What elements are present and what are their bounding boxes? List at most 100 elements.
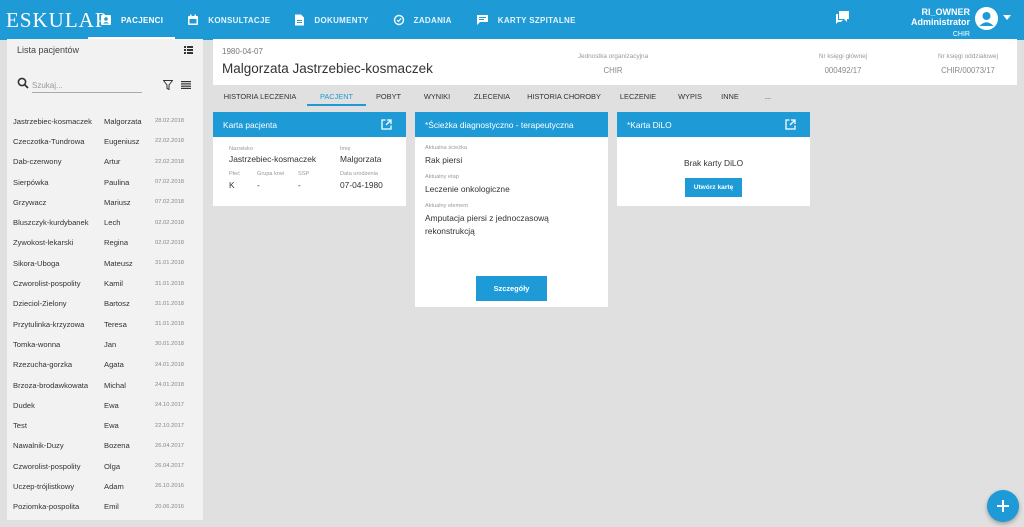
plus-icon xyxy=(997,500,1009,512)
patient-date: 31.01.2018 xyxy=(155,260,185,267)
list-item[interactable]: Przytulinka-krzyzowa Teresa 31.01.2018 xyxy=(7,314,203,334)
tab-more[interactable]: ... xyxy=(749,86,787,106)
patient-birth-date: 1980-04-07 xyxy=(222,47,263,56)
user-unit: CHIR xyxy=(952,31,970,38)
patient-first-name: Agata xyxy=(104,360,124,370)
list-item[interactable]: Czworolist-pospolity Olga 26.04.2017 xyxy=(7,456,203,476)
create-card-button[interactable]: Utwórz kartę xyxy=(685,178,742,197)
open-external-icon[interactable] xyxy=(785,119,796,130)
blood-group-value: - xyxy=(257,180,260,190)
nav-item-konsultacje[interactable]: KONSULTACJE xyxy=(175,0,282,40)
list-item[interactable]: Nawalnik-Duzy Bozena 26.04.2017 xyxy=(7,436,203,456)
list-item[interactable]: Bluszczyk-kurdybanek Lech 02.02.2018 xyxy=(7,212,203,232)
list-item[interactable]: Jastrzebiec-kosmaczek Malgorzata 28.02.201… xyxy=(7,111,203,131)
add-fab-button[interactable] xyxy=(987,490,1019,522)
patient-date: 28.02.2018 xyxy=(155,118,185,125)
patient-date: 02.02.2018 xyxy=(155,219,185,226)
nav-item-dokumenty[interactable]: DOKUMENTY xyxy=(282,0,380,40)
chevron-down-icon[interactable] xyxy=(1003,15,1011,21)
search-input[interactable] xyxy=(32,79,142,93)
tab-pacjent[interactable]: PACJENT xyxy=(307,86,366,106)
tab-pobyt[interactable]: POBYT xyxy=(366,86,411,106)
diagnostic-path-title: *Ścieżka diagnostyczno - terapeutyczna xyxy=(425,119,574,130)
avatar[interactable] xyxy=(975,7,998,30)
patient-last-name: Nawalnik-Duzy xyxy=(13,441,64,451)
list-item[interactable]: Czeczotka-Tundrowa Eugeniusz 22.02.2018 xyxy=(7,131,203,151)
tab-label: ZLECENIA xyxy=(473,91,511,101)
sidebar-title: Lista pacjentów xyxy=(17,45,80,55)
list-item[interactable]: Tomka-wonna Jan 30.01.2018 xyxy=(7,334,203,354)
patient-date: 22.10.2017 xyxy=(155,422,185,429)
tab-wyniki[interactable]: WYNIKI xyxy=(411,86,463,106)
patient-date: 02.02.2018 xyxy=(155,239,185,246)
patients-icon xyxy=(101,15,111,25)
patient-last-name: Dudek xyxy=(13,400,35,410)
current-element-label: Aktualny element xyxy=(425,203,468,209)
list-item[interactable]: Sikora-Uboga Mateusz 31.01.2018 xyxy=(7,253,203,273)
patient-first-name: Michal xyxy=(104,380,126,390)
open-external-icon[interactable] xyxy=(381,119,392,130)
diagnostic-path-header: *Ścieżka diagnostyczno - terapeutyczna xyxy=(415,112,608,137)
current-path-label: Aktualna ścieżka xyxy=(425,145,467,151)
sort-icon[interactable] xyxy=(181,81,191,89)
patient-first-name: Lech xyxy=(104,218,121,228)
org-unit-field: Jednostka organizacyjna CHIR xyxy=(568,53,658,75)
patient-first-name: Olga xyxy=(104,461,121,471)
tab-historia-choroby[interactable]: HISTORIA CHOROBY xyxy=(521,86,607,106)
patient-last-name: Tomka-wonna xyxy=(13,339,61,349)
tab-inne[interactable]: INNE xyxy=(711,86,749,106)
nav-item-zadania[interactable]: ZADANIA xyxy=(381,0,464,40)
patient-last-name: Test xyxy=(13,421,27,431)
dept-book-value: CHIR/00073/17 xyxy=(941,66,995,75)
patient-last-name: Rzezucha-gorzka xyxy=(13,360,73,370)
patient-last-name: Poziomka-pospolita xyxy=(13,502,80,512)
sex-value: K xyxy=(229,180,235,190)
user-name: RI_OWNER Administrator xyxy=(910,7,970,27)
name-label: Imię xyxy=(340,146,351,152)
dept-book-label: Nr księgi oddziałowej xyxy=(937,53,999,60)
list-item[interactable]: Dudek Ewa 24.10.2017 xyxy=(7,395,203,415)
patient-first-name: Artur xyxy=(104,157,121,167)
patient-card: Karta pacjenta Nazwisko Jastrzebiec-kosm… xyxy=(213,112,406,206)
tab-zlecenia[interactable]: ZLECENIA xyxy=(463,86,521,106)
current-stage-value: Leczenie onkologiczne xyxy=(425,184,510,194)
list-item[interactable]: Zywokost-lekarski Regina 02.02.2018 xyxy=(7,233,203,253)
list-item[interactable]: Dzieciol-Zielony Bartosz 31.01.2018 xyxy=(7,294,203,314)
list-item[interactable]: Czworolist-pospolity Kamil 31.01.2018 xyxy=(7,273,203,293)
tab-leczenie[interactable]: LECZENIE xyxy=(607,86,669,106)
blood-group-label: Grupa krwi xyxy=(257,171,285,177)
patient-card-title: Karta pacjenta xyxy=(223,119,278,130)
main-book-label: Nr księgi głównej xyxy=(818,53,868,60)
nav-item-pacjenci[interactable]: PACJENCI xyxy=(88,0,176,40)
ssp-value: - xyxy=(298,180,301,190)
patient-date: 24.01.2018 xyxy=(155,361,185,368)
tab-wypis[interactable]: WYPIS xyxy=(669,86,711,106)
list-item[interactable]: Brzoza-brodawkowata Michal 24.01.2018 xyxy=(7,375,203,395)
patient-first-name: Kamil xyxy=(104,279,123,289)
main-book-field: Nr księgi głównej 000492/17 xyxy=(808,53,878,75)
list-item[interactable]: Test Ewa 22.10.2017 xyxy=(7,415,203,435)
user-info[interactable]: RI_OWNER Administrator CHIR xyxy=(872,7,970,38)
details-button[interactable]: Szczegóły xyxy=(476,276,547,301)
nav-item-karty-szpitalne[interactable]: KARTY SZPITALNE xyxy=(464,0,588,40)
current-stage-label: Aktualny etap xyxy=(425,174,459,180)
calendar-icon xyxy=(188,14,199,25)
list-view-icon[interactable] xyxy=(184,46,193,54)
list-item[interactable]: Poziomka-pospolita Emil 20.06.2016 xyxy=(7,497,203,517)
notifications-chat-icon[interactable] xyxy=(835,10,850,26)
filter-icon[interactable] xyxy=(163,80,173,90)
main-book-value: 000492/17 xyxy=(824,66,862,75)
patient-date: 20.06.2016 xyxy=(155,503,185,510)
tab-label: WYNIKI xyxy=(423,91,451,101)
list-item[interactable]: Rzezucha-gorzka Agata 24.01.2018 xyxy=(7,355,203,375)
search-icon xyxy=(17,77,29,89)
tab-historia-leczenia[interactable]: HISTORIA LECZENIA xyxy=(213,86,307,106)
patient-first-name: Eugeniusz xyxy=(104,136,140,146)
list-item[interactable]: Uczep-trójlistkowy Adam 26.10.2016 xyxy=(7,476,203,496)
patient-last-name: Brzoza-brodawkowata xyxy=(13,380,89,390)
list-item[interactable]: Grzywacz Mariusz 07.02.2018 xyxy=(7,192,203,212)
search-row xyxy=(17,77,197,95)
list-item[interactable]: Sierpówka Paulina 07.02.2018 xyxy=(7,172,203,192)
patient-first-name: Jan xyxy=(104,339,117,349)
list-item[interactable]: Dab-czerwony Artur 22.02.2018 xyxy=(7,152,203,172)
